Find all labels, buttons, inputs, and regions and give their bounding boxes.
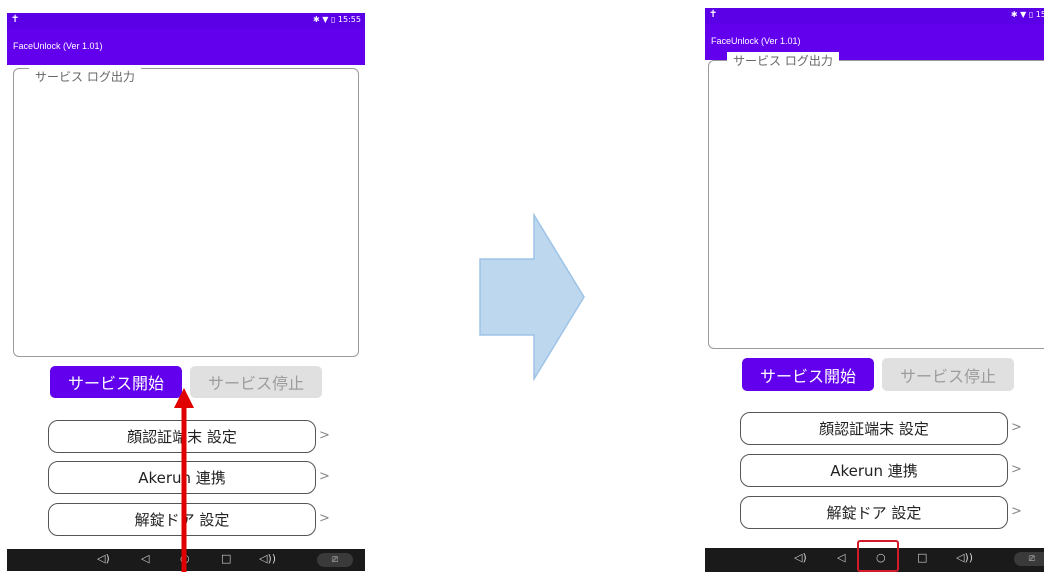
screenshot-icon[interactable]: ⎚: [1014, 552, 1044, 566]
face-terminal-settings-button[interactable]: 顔認証端末 設定: [740, 412, 1008, 445]
status-icons: ✱ ▼ ▯ 15: [1010, 10, 1044, 19]
service-log-legend: サービス ログ出力: [29, 68, 141, 85]
service-log-frame: [708, 60, 1044, 349]
chevron-right-icon: >: [1011, 462, 1022, 477]
chevron-right-icon: >: [319, 469, 330, 484]
service-stop-button[interactable]: サービス停止: [882, 358, 1014, 391]
unlock-door-settings-button[interactable]: 解錠ドア 設定: [740, 496, 1008, 529]
service-log-frame: [13, 68, 359, 357]
recent-apps-icon[interactable]: □: [221, 552, 231, 566]
home-button-highlight: [857, 540, 899, 572]
chevron-right-icon: >: [319, 428, 330, 443]
volume-up-icon[interactable]: ◁)): [956, 551, 973, 565]
back-icon[interactable]: ◁: [141, 552, 149, 566]
status-bar: ✝ ✱ ▼ ▯ 15:55: [7, 13, 365, 29]
app-bar: FaceUnlock (Ver 1.01): [7, 29, 365, 65]
volume-down-icon[interactable]: ◁): [794, 551, 807, 565]
up-arrow-icon: [174, 388, 194, 572]
right-arrow-icon: [479, 213, 585, 381]
status-bar: ✝ ✱ ▼ ▯ 15: [705, 8, 1044, 24]
notification-icon: ✝: [709, 9, 718, 20]
chevron-right-icon: >: [1011, 504, 1022, 519]
right-phone-screen: ✝ ✱ ▼ ▯ 15 FaceUnlock (Ver 1.01) サービス ログ…: [705, 8, 1044, 572]
chevron-right-icon: >: [319, 511, 330, 526]
app-title: FaceUnlock (Ver 1.01): [13, 41, 103, 51]
volume-up-icon[interactable]: ◁)): [259, 552, 276, 566]
screenshot-icon[interactable]: ⎚: [317, 553, 353, 567]
status-icons: ✱ ▼ ▯ 15:55: [313, 15, 361, 24]
service-start-button[interactable]: サービス開始: [50, 366, 182, 398]
akerun-link-button[interactable]: Akerun 連携: [740, 454, 1008, 487]
notification-icon: ✝: [11, 14, 20, 25]
app-title: FaceUnlock (Ver 1.01): [711, 36, 801, 46]
service-start-button[interactable]: サービス開始: [742, 358, 874, 391]
volume-down-icon[interactable]: ◁): [97, 552, 110, 566]
chevron-right-icon: >: [1011, 420, 1022, 435]
recent-apps-icon[interactable]: □: [917, 551, 927, 565]
service-log-legend: サービス ログ出力: [727, 52, 839, 69]
back-icon[interactable]: ◁: [837, 551, 845, 565]
service-stop-button[interactable]: サービス停止: [190, 366, 322, 398]
